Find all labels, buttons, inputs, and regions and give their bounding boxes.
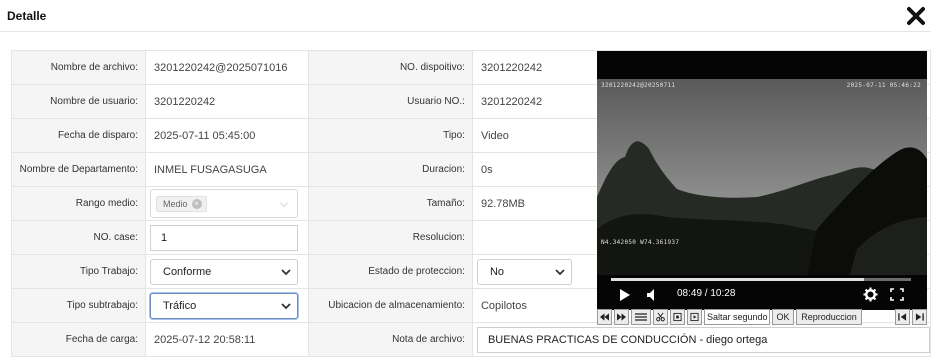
- skip-start-icon[interactable]: [895, 309, 910, 325]
- file-note-input[interactable]: BUENAS PRACTICAS DE CONDUCCIÓN - diego o…: [476, 326, 930, 353]
- file-note-cell: BUENAS PRACTICAS DE CONDUCCIÓN - diego o…: [471, 322, 931, 357]
- storage-location-label: Ubicacion de almacenamiento:: [308, 288, 473, 323]
- protection-status-select[interactable]: No: [476, 258, 572, 285]
- trigger-date-label: Fecha de disparo:: [11, 118, 146, 153]
- list-icon[interactable]: [631, 309, 651, 325]
- fullscreen-icon[interactable]: [890, 288, 904, 301]
- case-no-label: NO. case:: [11, 220, 146, 255]
- chevron-down-icon: [281, 302, 291, 309]
- video-player[interactable]: 3201220242@20250711 2025-07-11 05:46:22 …: [597, 51, 927, 310]
- osd-device-id: 3201220242@20250711: [601, 82, 676, 89]
- dialog-header: Detalle: [0, 0, 931, 32]
- close-icon[interactable]: [905, 5, 927, 27]
- step-frame-icon[interactable]: [687, 309, 702, 325]
- protection-status-label: Estado de proteccion:: [308, 254, 473, 289]
- upload-date-value: 2025-07-12 20:58:11: [144, 322, 310, 357]
- dialog-title: Detalle: [7, 9, 47, 23]
- settings-gear-icon[interactable]: [863, 287, 878, 302]
- video-frame: [597, 79, 927, 310]
- user-no-label: Usuario NO.:: [308, 84, 473, 119]
- department-label: Nombre de Departamento:: [11, 152, 146, 187]
- time-display: 08:49 / 10:28: [677, 288, 736, 299]
- progress-bar[interactable]: [611, 278, 911, 281]
- case-no-input[interactable]: 1: [150, 224, 298, 251]
- playback-button[interactable]: Reproduccion: [796, 309, 862, 325]
- trigger-date-value: 2025-07-11 05:45:00: [144, 118, 310, 153]
- file-name-label: Nombre de archivo:: [11, 50, 146, 85]
- ok-button[interactable]: OK: [772, 309, 794, 325]
- user-name-label: Nombre de usuario:: [11, 84, 146, 119]
- file-note-label: Nota de archivo:: [308, 322, 473, 357]
- resolution-label: Resolucion:: [308, 220, 473, 255]
- osd-timestamp: 2025-07-11 05:46:22: [846, 82, 921, 89]
- sub-work-type-selected: Tráfico: [163, 299, 197, 312]
- media-range-select[interactable]: Medio ×: [150, 189, 298, 218]
- work-type-label: Tipo Trabajo:: [11, 254, 146, 289]
- user-name-value: 3201220242: [144, 84, 310, 119]
- duration-label: Duracion:: [308, 152, 473, 187]
- file-name-value: 3201220242@2025071016: [144, 50, 310, 85]
- device-no-label: NO. dispoitivo:: [308, 50, 473, 85]
- work-type-selected: Conforme: [163, 265, 212, 278]
- sub-work-type-cell: Tráfico: [144, 288, 310, 323]
- case-no-cell: 1: [144, 220, 310, 255]
- media-range-label: Rango medio:: [11, 186, 146, 221]
- rewind-icon[interactable]: [597, 309, 612, 325]
- play-icon[interactable]: [619, 288, 631, 302]
- snapshot-icon[interactable]: [670, 309, 685, 325]
- volume-icon[interactable]: [646, 288, 658, 302]
- osd-coordinates: N4.342050 W74.361937: [601, 239, 680, 246]
- skip-end-icon[interactable]: [912, 309, 927, 325]
- media-range-tag-label: Medio: [163, 199, 188, 209]
- sub-work-type-select[interactable]: Tráfico: [150, 292, 298, 319]
- department-value: INMEL FUSAGASUGA: [144, 152, 310, 187]
- table-row: Fecha de carga: 2025-07-12 20:58:11 Nota…: [11, 322, 931, 357]
- media-range-tag: Medio ×: [156, 196, 207, 212]
- size-label: Tamaño:: [308, 186, 473, 221]
- progress-fill: [611, 278, 864, 281]
- media-range-cell: Medio ×: [144, 186, 310, 221]
- sub-work-type-label: Tipo subtrabajo:: [11, 288, 146, 323]
- fast-forward-icon[interactable]: [614, 309, 629, 325]
- type-label: Tipo:: [308, 118, 473, 153]
- work-type-cell: Conforme: [144, 254, 310, 289]
- player-toolbar: Saltar segundo OK Reproduccion: [597, 309, 927, 325]
- chevron-down-icon: [281, 268, 291, 275]
- upload-date-label: Fecha de carga:: [11, 322, 146, 357]
- protection-status-selected: No: [489, 265, 505, 278]
- remove-tag-icon[interactable]: ×: [191, 199, 202, 209]
- player-controls: 08:49 / 10:28: [597, 283, 927, 307]
- chevron-down-icon: [555, 268, 565, 275]
- scissors-icon[interactable]: [653, 309, 668, 325]
- work-type-select[interactable]: Conforme: [150, 258, 298, 285]
- chevron-down-icon: [280, 199, 288, 207]
- skip-seconds-input[interactable]: Saltar segundo: [704, 309, 770, 325]
